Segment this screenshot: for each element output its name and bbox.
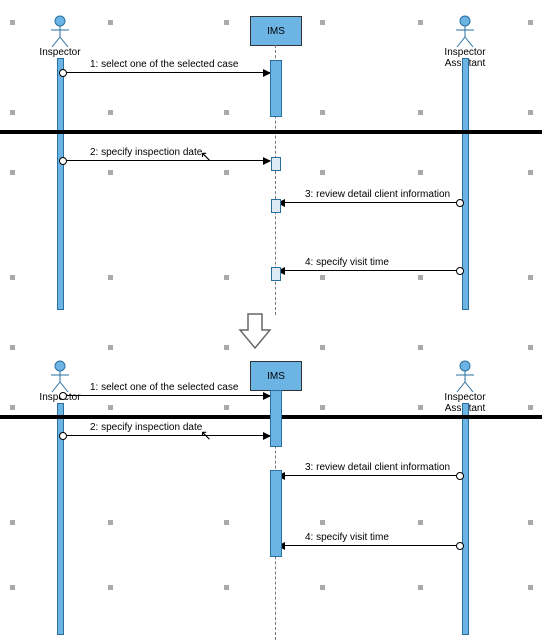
activation-ims-right [270,470,282,557]
activation-ims [271,267,281,281]
activation-ims [271,199,281,213]
message-1 [63,72,270,73]
system-ims: IMS [250,361,302,391]
actor-inspector: Inspector [30,15,90,58]
message-label-1: 1: select one of the selected case [90,59,238,70]
lifeline-inspector [57,58,64,310]
message-3 [278,202,460,203]
message-3 [278,475,460,476]
system-ims: IMS [250,16,302,46]
actor-label: Inspector [30,47,90,58]
message-label-4: 4: specify visit time [305,257,389,268]
message-2 [63,435,270,436]
activation-ims-main [270,60,282,117]
lifeline-assistant [462,403,469,635]
message-label-2: 2: specify inspection date [90,422,202,433]
message-4 [278,270,460,271]
transition-arrow-icon [238,312,272,353]
message-2 [63,160,270,161]
message-label-1: 1: select one of the selected case [90,382,238,393]
activation-ims-main [270,390,282,447]
message-label-3: 3: review detail client information [305,462,450,473]
message-label-3: 3: review detail client information [305,189,450,200]
message-4 [278,545,460,546]
message-1 [63,395,270,396]
message-label-2: 2: specify inspection date [90,147,202,158]
message-label-4: 4: specify visit time [305,532,389,543]
operand-separator [0,130,542,134]
activation-ims [271,157,281,171]
